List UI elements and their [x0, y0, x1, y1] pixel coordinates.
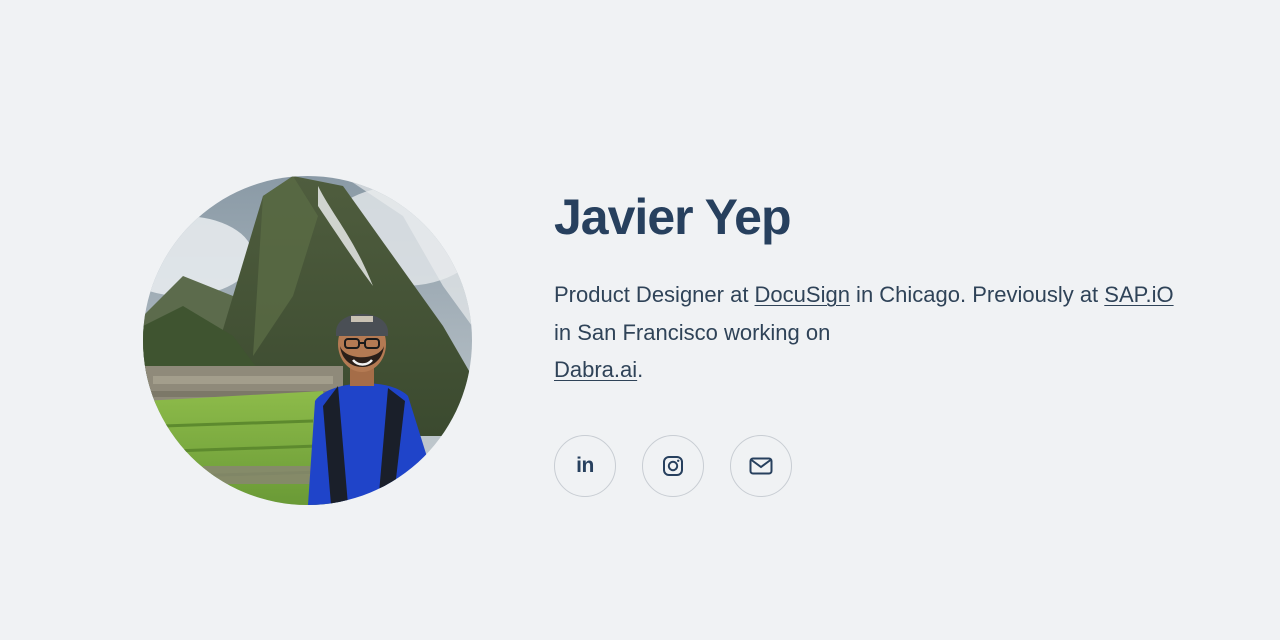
docusign-link[interactable]: DocuSign — [755, 282, 850, 307]
profile-name: Javier Yep — [554, 189, 792, 245]
bio-part-3: in San Francisco working on — [554, 319, 831, 345]
bio-part-2: in Chicago. Previously at — [849, 282, 1105, 307]
avatar — [143, 176, 472, 505]
bio-part-4: . — [637, 357, 644, 382]
instagram-button[interactable] — [642, 434, 704, 497]
linkedin-button[interactable]: in — [554, 434, 616, 497]
avatar-photo — [143, 176, 472, 505]
sapio-link[interactable]: SAP.iO — [1104, 282, 1173, 307]
profile-info: Javier Yep Product Designer at DocuSign … — [554, 188, 1174, 497]
bio-part-1: Product Designer at — [554, 282, 755, 307]
social-links: in — [554, 434, 1174, 497]
bio-text: Product Designer at DocuSign in Chicago.… — [554, 276, 1174, 389]
linkedin-icon: in — [576, 453, 594, 477]
profile-page: Javier Yep Product Designer at DocuSign … — [0, 0, 1280, 640]
email-button[interactable] — [730, 434, 792, 497]
dabra-link[interactable]: Dabra.ai — [554, 357, 637, 382]
instagram-icon — [663, 455, 683, 476]
mail-icon — [749, 457, 773, 474]
